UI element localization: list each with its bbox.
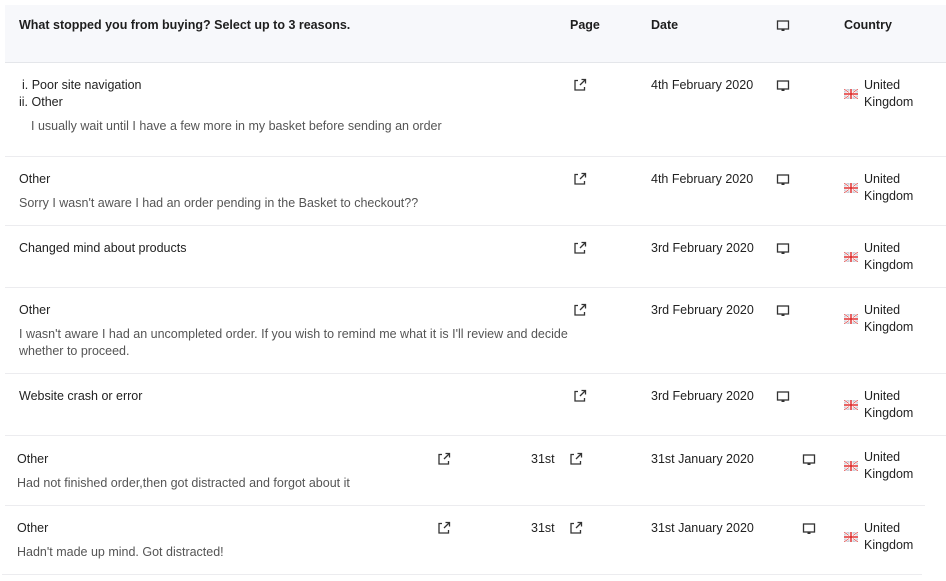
- country-line: Kingdom: [864, 95, 914, 109]
- date-value: 3rd February 2020: [651, 241, 754, 255]
- comment-text: I usually wait until I have a few more i…: [31, 119, 442, 133]
- country-line: United: [864, 450, 901, 464]
- external-link-icon[interactable]: [436, 451, 452, 467]
- page-column-header[interactable]: Page: [570, 18, 600, 32]
- external-link-icon[interactable]: [568, 520, 584, 536]
- external-link-icon[interactable]: [572, 171, 588, 187]
- country-line: United: [864, 389, 901, 403]
- uk-flag-icon: [844, 400, 858, 410]
- desktop-icon: [775, 172, 791, 188]
- country-line: Kingdom: [864, 467, 914, 481]
- date-value: 31st January 2020: [651, 521, 754, 535]
- table-row: i. Poor site navigation ii. Other I usua…: [5, 63, 946, 157]
- country-line: Kingdom: [864, 320, 914, 334]
- country-line: Kingdom: [864, 406, 914, 420]
- uk-flag-icon: [844, 183, 858, 193]
- country-value: United Kingdom: [864, 302, 913, 336]
- external-link-icon[interactable]: [572, 388, 588, 404]
- date-short-label: 31st: [531, 521, 555, 535]
- table-row: Other Sorry I wasn't aware I had an orde…: [5, 157, 946, 226]
- comment-line: whether to proceed.: [19, 344, 130, 358]
- reason-item: Website crash or error: [19, 389, 143, 403]
- reason-item: Other: [19, 303, 51, 317]
- date-value: 4th February 2020: [651, 78, 754, 92]
- external-link-icon[interactable]: [568, 451, 584, 467]
- country-line: Kingdom: [864, 258, 914, 272]
- external-link-icon[interactable]: [572, 77, 588, 93]
- reason-item: Other: [17, 521, 49, 535]
- question-column-header: What stopped you from buying? Select up …: [19, 18, 351, 32]
- comment-text: Had not finished order,then got distract…: [17, 476, 350, 490]
- table-row: Other I wasn't aware I had an uncomplete…: [5, 288, 946, 374]
- reason-item: i. Poor site navigation: [22, 78, 142, 92]
- external-link-icon[interactable]: [436, 520, 452, 536]
- country-line: United: [864, 303, 901, 317]
- date-value: 3rd February 2020: [651, 389, 754, 403]
- uk-flag-icon: [844, 461, 858, 471]
- table-row: Website crash or error 3rd February 2020…: [5, 374, 946, 436]
- date-value: 31st January 2020: [651, 452, 754, 466]
- desktop-icon: [775, 18, 791, 34]
- country-value: United Kingdom: [864, 520, 913, 554]
- country-line: Kingdom: [864, 538, 914, 552]
- table-header: What stopped you from buying? Select up …: [5, 5, 946, 63]
- reasons-list: i. Poor site navigation ii. Other: [19, 77, 142, 111]
- table-row: Other Hadn't made up mind. Got distracte…: [2, 506, 922, 575]
- country-line: United: [864, 78, 901, 92]
- country-line: United: [864, 521, 901, 535]
- country-value: United Kingdom: [864, 77, 913, 111]
- table-row: Changed mind about products 3rd February…: [5, 226, 946, 288]
- desktop-icon: [801, 452, 817, 468]
- country-value: United Kingdom: [864, 449, 913, 483]
- country-value: United Kingdom: [864, 240, 913, 274]
- country-value: United Kingdom: [864, 388, 913, 422]
- comment-text: Sorry I wasn't aware I had an order pend…: [19, 196, 419, 210]
- uk-flag-icon: [844, 532, 858, 542]
- desktop-icon: [775, 389, 791, 405]
- comment-text: I wasn't aware I had an uncompleted orde…: [19, 326, 568, 360]
- country-column-header[interactable]: Country: [844, 18, 892, 32]
- desktop-icon: [775, 303, 791, 319]
- comment-line: I wasn't aware I had an uncompleted orde…: [19, 327, 568, 341]
- date-value: 3rd February 2020: [651, 303, 754, 317]
- country-value: United Kingdom: [864, 171, 913, 205]
- country-line: Kingdom: [864, 189, 914, 203]
- reason-item: Changed mind about products: [19, 241, 187, 255]
- desktop-icon: [801, 521, 817, 537]
- table-row: Other Had not finished order,then got di…: [5, 436, 925, 506]
- uk-flag-icon: [844, 252, 858, 262]
- country-line: United: [864, 241, 901, 255]
- comment-text: Hadn't made up mind. Got distracted!: [17, 545, 224, 559]
- desktop-icon: [775, 241, 791, 257]
- reason-item: Other: [19, 172, 51, 186]
- reason-item: Other: [17, 452, 49, 466]
- date-column-header[interactable]: Date: [651, 18, 678, 32]
- date-value: 4th February 2020: [651, 172, 754, 186]
- date-short-label: 31st: [531, 452, 555, 466]
- uk-flag-icon: [844, 89, 858, 99]
- desktop-icon: [775, 78, 791, 94]
- uk-flag-icon: [844, 314, 858, 324]
- country-line: United: [864, 172, 901, 186]
- external-link-icon[interactable]: [572, 302, 588, 318]
- reason-item: ii. Other: [19, 95, 63, 109]
- external-link-icon[interactable]: [572, 240, 588, 256]
